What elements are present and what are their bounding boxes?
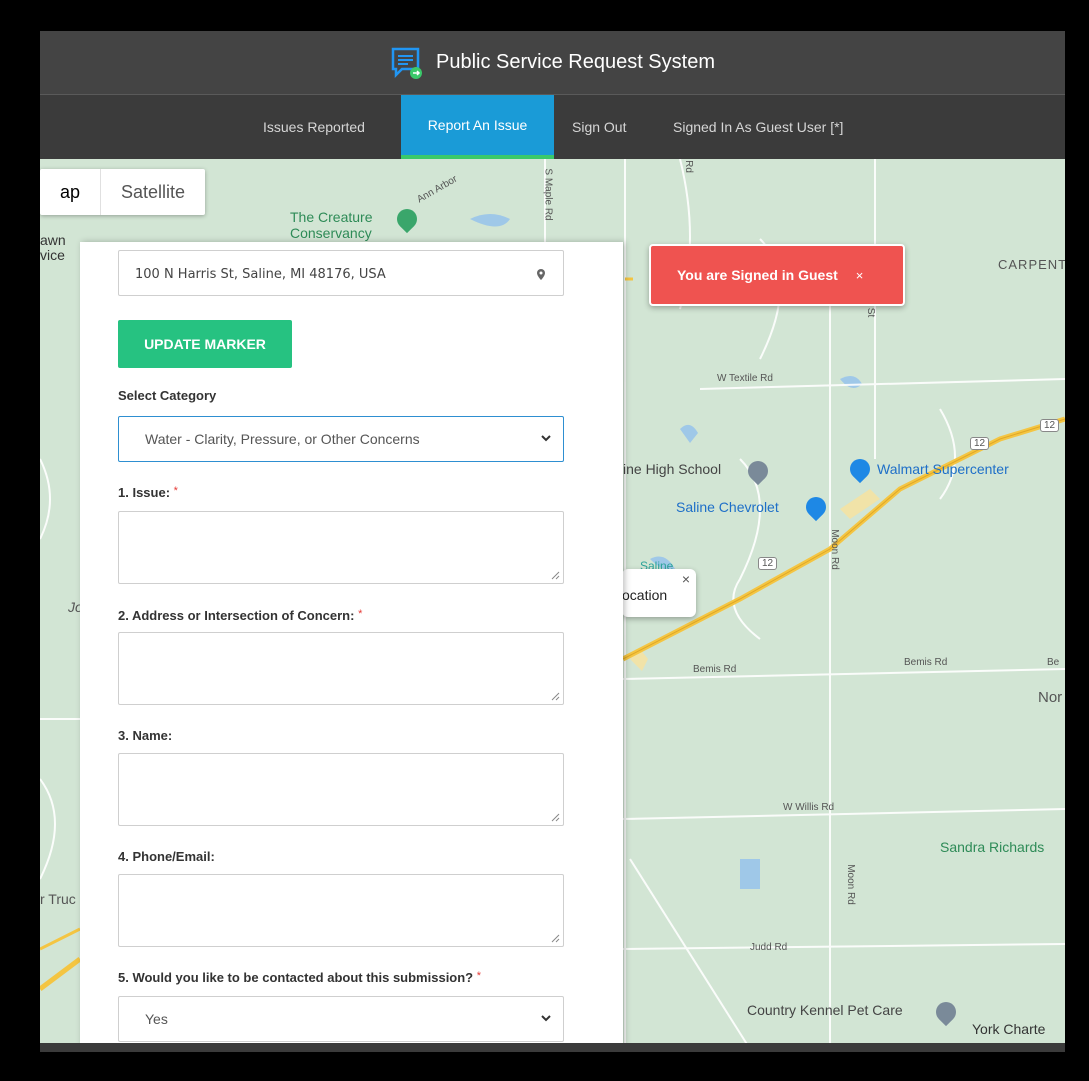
- contact-label: 5. Would you like to be contacted about …: [118, 970, 481, 985]
- map-label-lawn: awn: [40, 232, 66, 248]
- contact-label-text: 5. Would you like to be contacted about …: [118, 970, 474, 985]
- chevron-down-icon: [541, 435, 551, 442]
- map-label-carpenter: CARPENT: [998, 257, 1065, 272]
- road-label-bemis-2: Bemis Rd: [904, 657, 948, 668]
- road-label-moon-2: Moon Rd: [844, 864, 856, 905]
- select-category-label: Select Category: [118, 388, 217, 403]
- map-label-kennel[interactable]: Country Kennel Pet Care: [747, 1002, 903, 1018]
- nav-bar: Issues Reported Report An Issue Sign Out…: [40, 95, 1065, 159]
- road-label-willis: W Willis Rd: [783, 802, 835, 813]
- map-label-york: York Charte: [972, 1021, 1046, 1037]
- map-label-sandra[interactable]: Sandra Richards: [940, 839, 1044, 855]
- title-bar: Public Service Request System: [40, 31, 1065, 95]
- name-label: 3. Name:: [118, 728, 173, 743]
- road-label-moon: Moon Rd: [828, 529, 840, 570]
- address-concern-label: 2. Address or Intersection of Concern: *: [118, 608, 362, 623]
- map-type-satellite-button[interactable]: Satellite: [100, 169, 205, 215]
- address-search-input[interactable]: 100 N Harris St, Saline, MI 48176, USA: [118, 250, 564, 296]
- required-mark: *: [173, 485, 178, 497]
- resize-grip-icon: [551, 813, 560, 822]
- contact-select[interactable]: Yes: [118, 996, 564, 1042]
- required-mark: *: [358, 608, 363, 620]
- route-12-shield-3: 12: [758, 557, 778, 570]
- signed-in-toast: You are Signed in Guest ×: [649, 244, 905, 306]
- category-select[interactable]: Water - Clarity, Pressure, or Other Conc…: [118, 416, 564, 462]
- toast-close-icon[interactable]: ×: [856, 268, 864, 283]
- nav-report-issue[interactable]: Report An Issue: [401, 95, 554, 159]
- resize-grip-icon: [551, 934, 560, 943]
- contact-value: Yes: [145, 1011, 168, 1027]
- map-type-control: ap Satellite: [40, 169, 206, 215]
- category-value: Water - Clarity, Pressure, or Other Conc…: [145, 431, 420, 447]
- route-12-shield-2: 12: [1040, 419, 1060, 432]
- bottom-bar: [40, 1043, 1065, 1052]
- nav-issues-reported[interactable]: Issues Reported: [251, 95, 377, 159]
- map-info-window: ocation ×: [622, 569, 696, 617]
- address-concern-textarea[interactable]: [118, 632, 564, 705]
- required-mark: *: [476, 970, 482, 982]
- info-window-text: ocation: [622, 587, 668, 603]
- app-window: Public Service Request System Issues Rep…: [40, 31, 1065, 1052]
- chat-bubble-icon: [391, 47, 422, 79]
- phone-email-label: 4. Phone/Email:: [118, 849, 215, 864]
- issue-label: 1. Issue: *: [118, 485, 178, 500]
- nav-sign-out[interactable]: Sign Out: [560, 95, 638, 159]
- name-textarea[interactable]: [118, 753, 564, 826]
- road-label-rd: Rd: [682, 160, 694, 173]
- screenshot-frame: Public Service Request System Issues Rep…: [0, 0, 1089, 1081]
- map-label-creature[interactable]: The Creature Conservancy: [290, 209, 372, 241]
- resize-grip-icon: [551, 571, 560, 580]
- chevron-down-icon: [541, 1015, 551, 1022]
- report-form-panel: 100 N Harris St, Saline, MI 48176, USA U…: [80, 242, 623, 1052]
- phone-email-textarea[interactable]: [118, 874, 564, 947]
- map-label-truck: r Truc: [40, 891, 76, 907]
- toast-message: You are Signed in Guest: [677, 267, 838, 283]
- issue-textarea[interactable]: [118, 511, 564, 584]
- road-label-bemis: Bemis Rd: [693, 664, 737, 675]
- route-12-shield: 12: [970, 437, 990, 450]
- nav-signed-in-as[interactable]: Signed In As Guest User [*]: [661, 95, 855, 159]
- map-pin-icon: [537, 269, 545, 280]
- road-label-w-textile: W Textile Rd: [717, 373, 773, 384]
- map-type-map-button[interactable]: ap: [40, 169, 100, 215]
- issue-label-text: 1. Issue:: [118, 485, 171, 500]
- map-label-nor: Nor: [1038, 689, 1063, 706]
- update-marker-button[interactable]: UPDATE MARKER: [118, 320, 292, 368]
- info-window-close-icon[interactable]: ×: [682, 571, 690, 587]
- road-label-st: St: [865, 307, 877, 318]
- address-value: 100 N Harris St, Saline, MI 48176, USA: [135, 267, 386, 282]
- map-label-walmart[interactable]: Walmart Supercenter: [877, 461, 1009, 477]
- map-label-vice: vice: [40, 247, 65, 263]
- road-label-judd: Judd Rd: [750, 942, 788, 953]
- map-label-chevrolet[interactable]: Saline Chevrolet: [676, 499, 779, 515]
- page-title: Public Service Request System: [435, 51, 715, 73]
- road-label-maple: S Maple Rd: [542, 168, 554, 221]
- road-label-be: Be: [1047, 657, 1060, 668]
- map-label-high-school[interactable]: ine High School: [623, 461, 721, 477]
- resize-grip-icon: [551, 692, 560, 701]
- address-concern-label-text: 2. Address or Intersection of Concern:: [118, 608, 355, 623]
